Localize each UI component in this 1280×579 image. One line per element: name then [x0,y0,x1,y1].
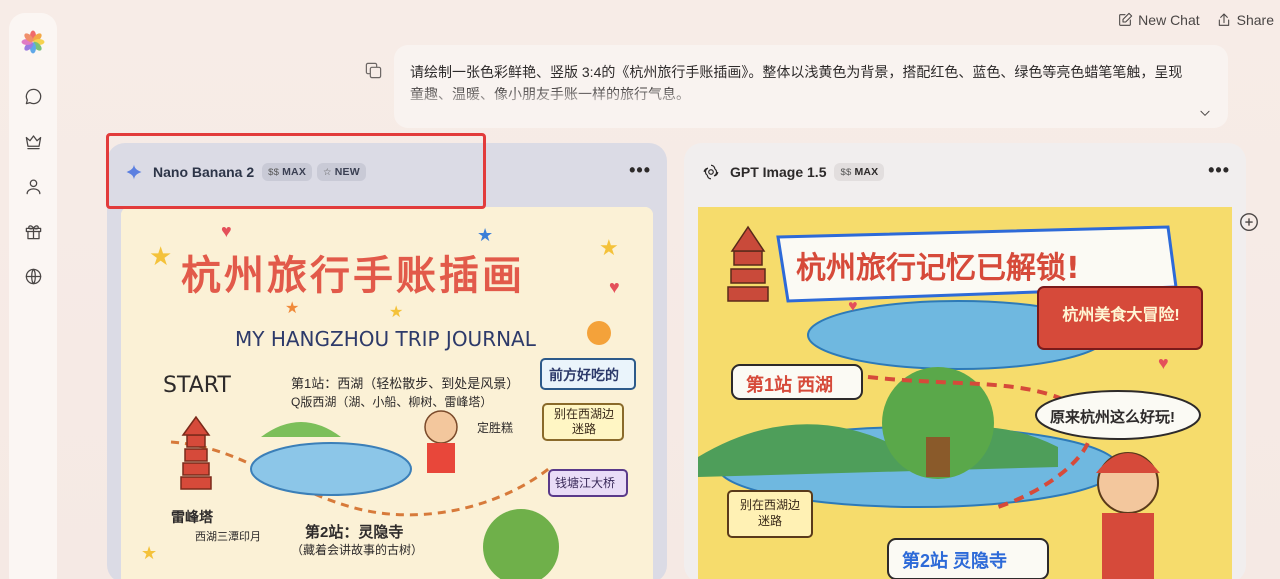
sidebar [9,13,57,579]
max-badge: $$ MAX [834,162,885,181]
image-pagoda: 雷峰塔 [171,509,213,525]
image-sign1: 前方好吃的 [549,367,619,383]
new-chat-label: New Chat [1138,12,1200,28]
svg-text:♥: ♥ [848,298,858,315]
svg-text:★: ★ [389,304,403,321]
model-name: GPT Image 1.5 [730,163,827,180]
prompt-text: 请绘制一张色彩鲜艳、竖版 3:4的《杭州旅行手账插画》。整体以浅黄色为背景，搭配… [410,61,1210,105]
image-snack: 定胜糕 [477,421,514,435]
svg-text:♥: ♥ [1158,353,1169,373]
crown-icon[interactable] [22,130,44,152]
openai-icon [702,163,720,181]
user-icon[interactable] [22,175,44,197]
globe-icon[interactable] [22,265,44,287]
image-sign: 别在西湖边迷路 [739,498,800,528]
prompt-line-1: 请绘制一张色彩鲜艳、竖版 3:4的《杭州旅行手账插画》。整体以浅黄色为背景，搭配… [410,64,1183,80]
result-panel-nano-banana: Nano Banana 2 $$ MAX ☆ NEW ••• ★ ♥ ★ ★ ♥… [107,143,667,579]
image-stop1-sub: Q版西湖（湖、小船、柳树、雷峰塔） [291,395,493,409]
image-bubble: 原来杭州这么好玩! [1050,409,1175,426]
new-badge: ☆ NEW [317,162,366,181]
svg-text:★: ★ [285,300,299,317]
share-icon [1218,13,1229,26]
topbar: New Chat Share [1117,12,1274,28]
max-badge: $$ MAX [262,162,313,181]
image-moon: 西湖三潭印月 [195,531,261,543]
more-options-button[interactable]: ••• [1208,161,1230,179]
svg-text:★: ★ [599,235,619,260]
chat-bubble-icon[interactable] [22,85,44,107]
image-stop2: 第2站：灵隐寺 [305,524,404,541]
add-model-icon[interactable] [1238,211,1262,235]
chevron-down-icon[interactable] [1198,106,1212,120]
image-stop2: 第2站 灵隐寺 [902,551,1008,571]
prompt-line-2: 童趣、温暖、像小朋友手账一样的旅行气息。 [410,86,690,102]
sparkle-icon [125,163,143,181]
copy-icon[interactable] [364,61,384,81]
svg-text:★: ★ [141,543,157,563]
svg-text:♥: ♥ [609,277,620,297]
generated-image[interactable]: ♥ ♥ 杭州旅行记忆已解锁! 杭州美食大冒险! 第1站 西湖 原来杭州这么好玩!… [698,207,1232,579]
panel-header: GPT Image 1.5 $$ MAX ••• [684,143,1246,200]
prompt-card: 请绘制一张色彩鲜艳、竖版 3:4的《杭州旅行手账插画》。整体以浅黄色为背景，搭配… [394,45,1228,128]
share-button[interactable]: Share [1216,12,1274,28]
gift-icon[interactable] [22,220,44,242]
share-label: Share [1236,12,1274,28]
image-subtitle: MY HANGZHOU TRIP JOURNAL [235,327,536,351]
image-stop2-sub: （藏着会讲故事的古树） [291,543,424,557]
image-sign2: 别在西湖边迷路 [553,407,614,436]
svg-text:♥: ♥ [221,221,232,241]
edit-icon [1119,12,1133,26]
image-sign3: 钱塘江大桥 [555,476,616,490]
image-start: START [163,373,231,398]
image-title: 杭州旅行手账插画 [181,253,525,299]
generated-image[interactable]: ★ ♥ ★ ★ ♥ ★ ★ ★ 杭州旅行手账插画 MY HANGZHOU TRI… [121,207,653,579]
svg-text:★: ★ [149,241,172,271]
model-name: Nano Banana 2 [153,163,255,180]
new-chat-button[interactable]: New Chat [1117,12,1200,28]
image-title: 杭州旅行记忆已解锁! [796,251,1080,286]
image-stop1: 第1站：西湖（轻松散步、到处是风景） [291,376,520,391]
image-banner: 杭州美食大冒险! [1062,307,1180,324]
app-logo-icon[interactable] [20,29,46,55]
image-stop1: 第1站 西湖 [746,375,834,395]
panel-header: Nano Banana 2 $$ MAX ☆ NEW ••• [107,143,667,200]
svg-text:★: ★ [477,225,493,245]
result-panel-gpt-image: GPT Image 1.5 $$ MAX ••• ♥ ♥ 杭州旅行记忆已解锁! … [684,143,1246,579]
more-options-button[interactable]: ••• [629,161,651,179]
